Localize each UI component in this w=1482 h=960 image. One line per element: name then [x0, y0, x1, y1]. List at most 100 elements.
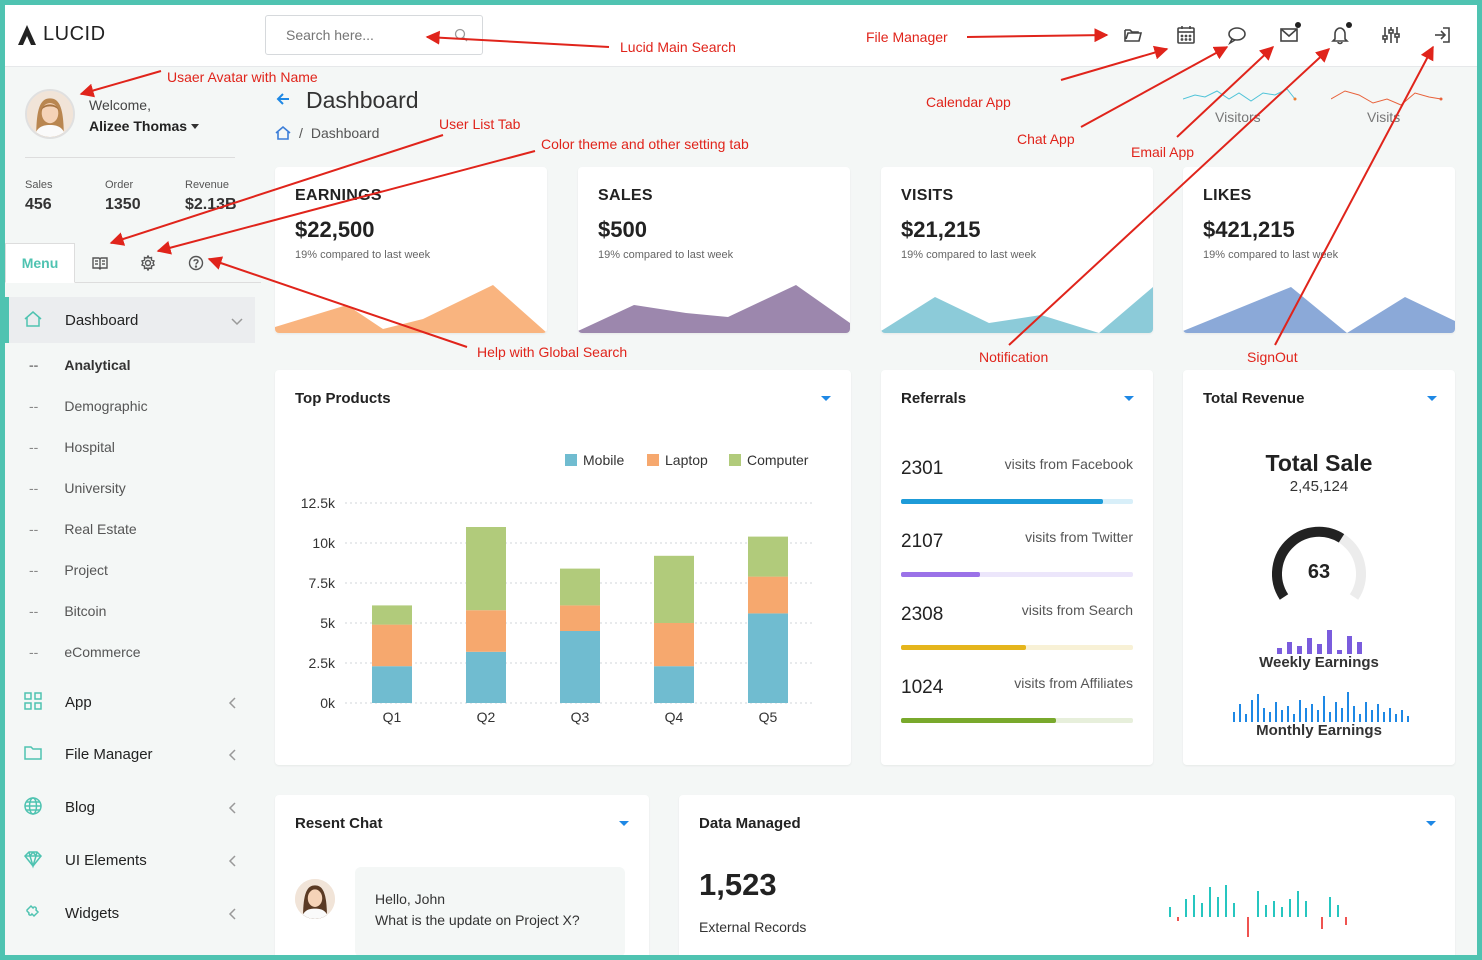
kpi-value: $421,215 — [1203, 217, 1295, 242]
sidebar-item-ui-elements[interactable]: UI Elements — [5, 837, 255, 883]
tab-help[interactable] — [186, 253, 206, 273]
gauge-value: 63 — [1308, 561, 1330, 583]
caret-down-icon — [191, 123, 200, 129]
back-arrow-icon[interactable] — [275, 91, 291, 107]
legend-label: Computer — [747, 452, 809, 468]
sidebar-subitem-bitcoin[interactable]: -- Bitcoin — [29, 603, 106, 619]
sidebar-item-dashboard[interactable]: Dashboard — [5, 297, 255, 343]
y-tick-label: 10k — [312, 535, 336, 551]
tab-user-list[interactable] — [90, 253, 110, 273]
subitem-label: Hospital — [64, 439, 115, 455]
card-menu-caret-icon[interactable] — [1124, 396, 1134, 401]
stat-label: Sales — [25, 179, 53, 191]
dash: -- — [29, 439, 39, 455]
email-button[interactable] — [1277, 22, 1301, 47]
kpi-card-visits: VISITS $21,215 19% compared to last week — [881, 167, 1153, 333]
stat-label: Revenue — [185, 179, 230, 191]
subitem-label: University — [64, 480, 126, 496]
y-tick-label: 0k — [320, 695, 336, 711]
bar-segment-mobile — [466, 651, 506, 703]
sidebar-item-widgets[interactable]: Widgets — [5, 890, 255, 936]
sidebar-subitem-university[interactable]: -- University — [29, 480, 126, 496]
card-title: Top Products — [295, 390, 391, 407]
tab-settings[interactable] — [138, 253, 158, 273]
dash: -- — [29, 357, 39, 373]
card-title: Resent Chat — [295, 815, 383, 832]
calendar-button[interactable] — [1174, 23, 1198, 47]
chevron-left-icon — [227, 748, 239, 761]
referral-label: visits from Search — [1021, 602, 1133, 618]
brand-logo[interactable]: LUCID — [17, 23, 106, 46]
home-icon[interactable] — [275, 125, 291, 141]
card-menu-caret-icon[interactable] — [619, 821, 629, 826]
chat-message-bubble: Hello, John What is the update on Projec… — [355, 867, 625, 955]
chevron-left-icon — [227, 854, 239, 867]
monthly-earnings-bars — [1233, 692, 1409, 722]
bell-icon — [1331, 27, 1349, 45]
legend-swatch — [647, 454, 659, 466]
chat-message-line: Hello, John — [375, 891, 446, 907]
weekly-earnings-label: Weekly Earnings — [1259, 654, 1379, 671]
main-search[interactable] — [265, 15, 483, 55]
card-menu-caret-icon[interactable] — [1426, 821, 1436, 826]
chat-button[interactable] — [1225, 23, 1249, 47]
stat-sales: Sales 456 — [25, 179, 53, 214]
sidebar-subitem-real-estate[interactable]: -- Real Estate — [29, 521, 137, 537]
file-manager-button[interactable] — [1121, 23, 1145, 47]
kpi-value: $22,500 — [295, 217, 375, 242]
kpi-area-chart — [578, 285, 850, 333]
referral-label: visits from Facebook — [1004, 456, 1133, 472]
notification-button[interactable] — [1328, 22, 1352, 47]
folder-icon — [23, 743, 45, 765]
sidebar-item-blog[interactable]: Blog — [5, 784, 255, 830]
search-icon[interactable] — [454, 28, 468, 42]
sidebar-subitem-ecommerce[interactable]: -- eCommerce — [29, 644, 141, 660]
dash: -- — [29, 644, 39, 660]
sidebar-subitem-demographic[interactable]: -- Demographic — [29, 398, 148, 414]
referral-label: visits from Twitter — [1025, 529, 1133, 545]
bar-segment-laptop — [560, 605, 600, 631]
sparkline-marker — [1439, 97, 1443, 101]
sidebar-subitem-hospital[interactable]: -- Hospital — [29, 439, 115, 455]
notification-dot — [1346, 22, 1352, 28]
search-input[interactable] — [266, 16, 436, 54]
breadcrumb-separator: / — [299, 125, 303, 141]
sidebar-subitem-project[interactable]: -- Project — [29, 562, 108, 578]
visitors-label: Visitors — [1215, 109, 1261, 125]
progress-fill — [901, 499, 1103, 504]
sidebar-subitem-analytical[interactable]: -- Analytical — [29, 357, 130, 373]
user-avatar[interactable] — [25, 89, 75, 139]
stat-order: Order 1350 — [105, 179, 141, 214]
kpi-value: $500 — [598, 217, 647, 242]
question-icon — [188, 255, 204, 271]
referral-count: 2301 — [901, 458, 944, 479]
kpi-area-chart — [881, 287, 1153, 333]
x-tick-label: Q5 — [759, 709, 778, 725]
tab-menu[interactable]: Menu — [5, 243, 75, 283]
sliders-icon — [1382, 27, 1400, 43]
sidebar-item-file-manager[interactable]: File Manager — [5, 731, 255, 777]
settings-sliders-button[interactable] — [1379, 23, 1403, 47]
referral-progress-search — [901, 645, 1133, 650]
card-title: Referrals — [901, 390, 967, 407]
referral-label: visits from Affiliates — [1014, 675, 1133, 691]
folder-icon — [1124, 29, 1143, 42]
referral-count: 1024 — [901, 677, 944, 698]
subitem-label: Demographic — [64, 398, 148, 414]
y-tick-label: 5k — [320, 615, 336, 631]
kpi-title: SALES — [598, 187, 653, 204]
bar-segment-mobile — [372, 666, 412, 703]
welcome-text: Welcome, — [89, 97, 151, 113]
user-name-dropdown[interactable]: Alizee Thomas — [89, 118, 200, 134]
annotation-user-list: User List Tab — [439, 116, 521, 132]
progress-fill — [901, 572, 980, 577]
sidebar-item-label: App — [65, 693, 92, 711]
signout-button[interactable] — [1430, 23, 1454, 47]
kpi-area-chart — [1183, 287, 1455, 333]
annotation-signout: SignOut — [1247, 349, 1298, 365]
card-menu-caret-icon[interactable] — [821, 396, 831, 401]
sidebar-item-app[interactable]: App — [5, 679, 255, 725]
chat-avatar[interactable] — [295, 879, 335, 919]
kpi-value: $21,215 — [901, 217, 981, 242]
card-menu-caret-icon[interactable] — [1427, 396, 1437, 401]
